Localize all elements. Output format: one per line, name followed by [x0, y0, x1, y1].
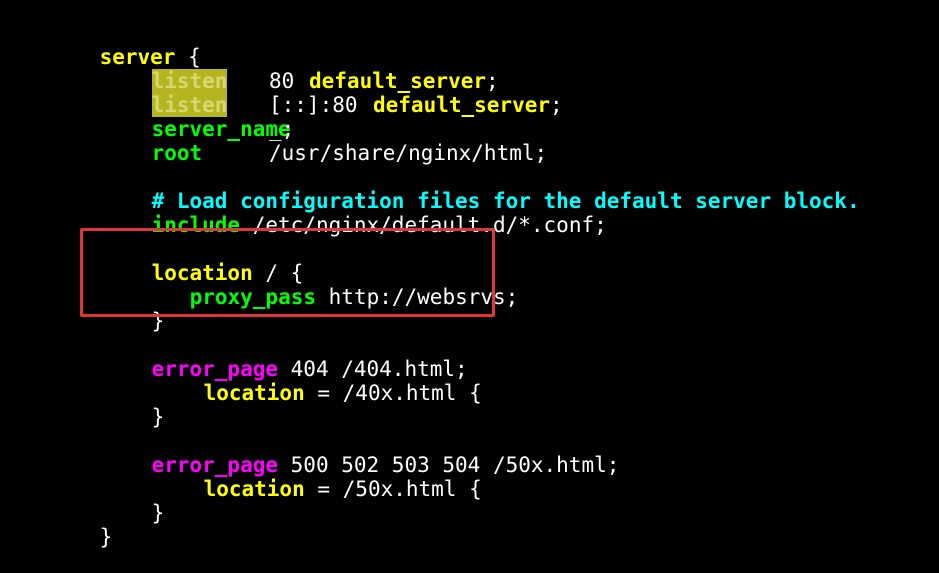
- root-path: /usr/share/nginx/html;: [269, 141, 548, 165]
- listen-port: 80: [269, 69, 295, 93]
- server-block-close-line: }: [49, 501, 113, 549]
- listen-ipv6-line: listen [::]:80 default_server;: [101, 69, 563, 117]
- default-server-keyword: default_server: [309, 69, 487, 93]
- include-line: include /etc/nginx/default.d/*.conf;: [101, 189, 607, 237]
- location-40x-line: location = /40x.html {: [153, 357, 482, 405]
- close-brace: }: [151, 501, 165, 525]
- comment-line: # Load configuration files for the defau…: [101, 165, 860, 213]
- default-server-keyword: default_server: [373, 93, 551, 117]
- semicolon: ;: [550, 93, 563, 117]
- location-50x-line: location = /50x.html {: [153, 453, 482, 501]
- annotation-highlight-box: [80, 228, 495, 317]
- listen-ipv4-line: listen 80 default_server;: [101, 45, 499, 93]
- server-block-open-line: server {: [49, 21, 201, 69]
- server-name-value: _;: [269, 117, 295, 141]
- root-directive: root: [151, 141, 203, 165]
- location-50x-close-line: }: [101, 477, 165, 525]
- error-page-50x-line: error_page 500 502 503 504 /50x.html;: [101, 429, 620, 477]
- close-brace: }: [99, 525, 113, 549]
- location-40x-path: = /40x.html {: [304, 381, 482, 405]
- location-keyword: location: [203, 381, 305, 405]
- location-50x-path: = /50x.html {: [304, 477, 482, 501]
- semicolon: ;: [486, 69, 499, 93]
- close-brace: }: [151, 405, 165, 429]
- server-name-line: server_name _;: [101, 93, 295, 141]
- root-line: root/usr/share/nginx/html;: [101, 117, 548, 165]
- error-page-404-line: error_page 404 /404.html;: [101, 333, 468, 381]
- location-keyword: location: [203, 477, 305, 501]
- nginx-config-editor[interactable]: server { listen 80 default_server; listen[…: [0, 0, 939, 549]
- location-40x-close-line: }: [101, 381, 165, 429]
